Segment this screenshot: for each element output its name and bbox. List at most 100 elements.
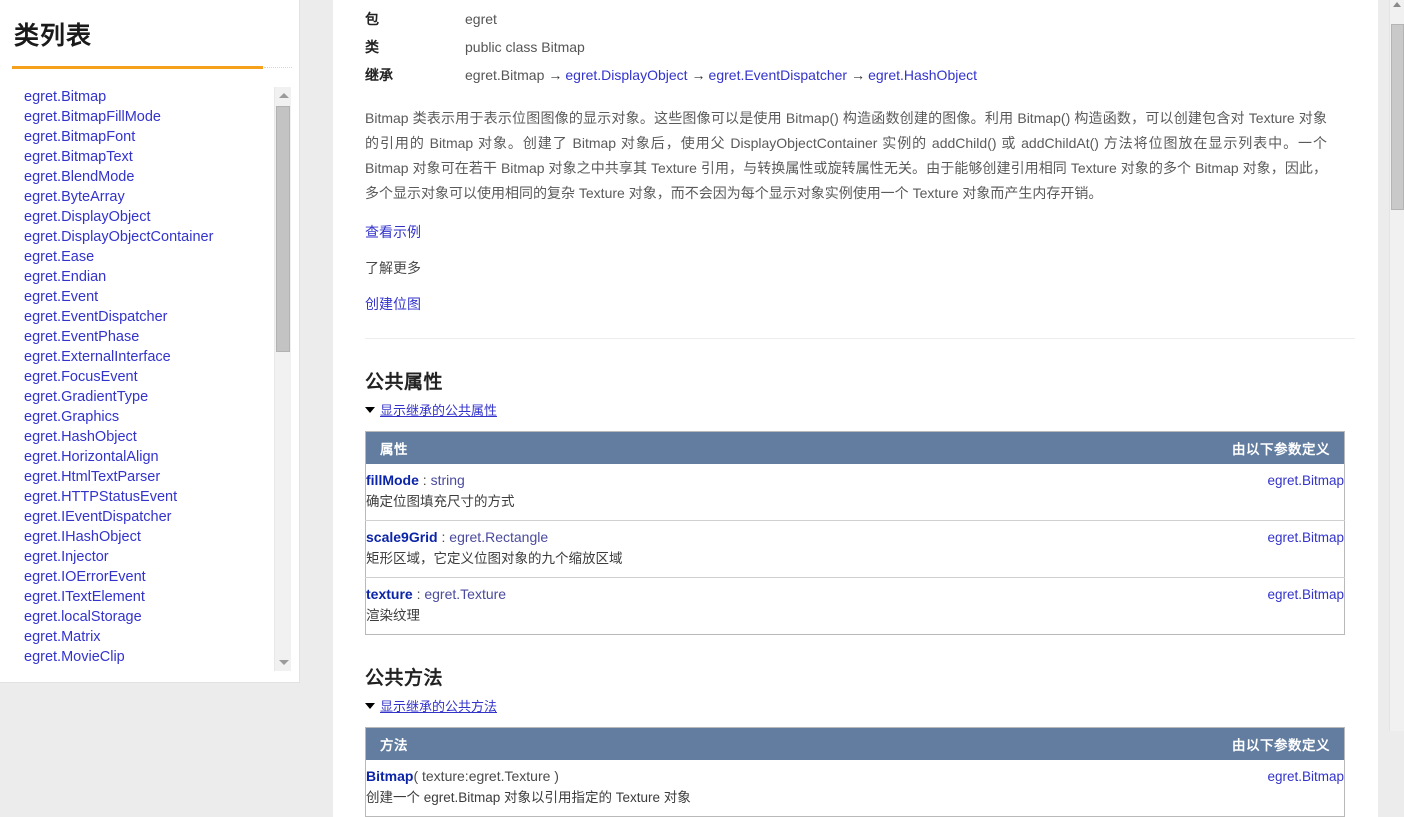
class-list-item[interactable]: egret.IOErrorEvent [24,567,292,587]
package-label: 包 [365,11,379,27]
page-scrollbar[interactable] [1389,0,1404,731]
class-list-item[interactable]: egret.ExternalInterface [24,347,292,367]
api-owner-cell: egret.Bitmap [1170,520,1345,578]
api-owner-link[interactable]: egret.Bitmap [1267,530,1344,545]
caret-down-icon [365,406,375,413]
class-list: egret.Bitmap egret.BitmapFillMode egret.Bi… [0,87,292,667]
method-row: Bitmap( texture:egret.Texture ) 创建一个 egre… [366,760,1345,817]
public-properties-body: fillMode : string 确定位图填充尺寸的方式 egret.Bitmap… [365,464,1345,635]
inheritance-arrow-icon: → [691,67,706,83]
property-name[interactable]: fillMode [366,472,419,488]
class-list-item[interactable]: egret.BlendMode [24,167,292,187]
class-list-item[interactable]: egret.IHashObject [24,527,292,547]
class-list-item[interactable]: egret.Matrix [24,627,292,647]
documentation-content-panel: 包 egret 类 public class Bitmap 继承 egret.B… [333,0,1378,817]
public-properties-table: 属性 由以下参数定义 fillMode : string 确定位图填充尺寸的方式 e… [365,431,1345,635]
sidebar-dotted-rule [264,67,292,69]
toggle-inherited-properties[interactable]: 显示继承的公共属性 [365,400,497,419]
class-list-item[interactable]: egret.Bitmap [24,87,292,107]
inheritance-arrow-icon: → [548,67,563,83]
meta-row-package: 包 egret [365,10,977,38]
class-list-item[interactable]: egret.ITextElement [24,587,292,607]
property-type: string [430,472,465,488]
class-list-item[interactable]: egret.HtmlTextParser [24,467,292,487]
class-list-item[interactable]: egret.EventPhase [24,327,292,347]
methods-col-owner: 由以下参数定义 [1170,727,1345,760]
meta-row-class: 类 public class Bitmap [365,38,977,66]
doc-link[interactable]: 了解更多 [365,258,421,278]
class-list-item[interactable]: egret.Graphics [24,407,292,427]
class-list-item[interactable]: egret.EventDispatcher [24,307,292,327]
class-list-item[interactable]: egret.HashObject [24,427,292,447]
public-methods-table: 方法 由以下参数定义 Bitmap( texture:egret.Texture… [365,727,1345,817]
class-list-item[interactable]: egret.FocusEvent [24,367,292,387]
sidebar-scrollbar-thumb[interactable] [276,106,290,352]
inheritance-item-egret-DisplayObject[interactable]: egret.DisplayObject [565,67,687,83]
method-description: 创建一个 egret.Bitmap 对象以引用指定的 Texture 对象 [366,790,691,805]
property-row: texture : egret.Texture 渲染纹理 egret.Bitmap [365,577,1345,635]
class-list-item[interactable]: egret.localStorage [24,607,292,627]
package-value: egret [465,11,497,27]
inheritance-item-egret-Bitmap: egret.Bitmap [465,67,545,83]
property-cell: scale9Grid : egret.Rectangle 矩形区域，它定义位图对象… [365,520,1170,578]
method-name[interactable]: Bitmap [366,768,413,784]
class-list-scroll-area[interactable]: egret.Bitmap egret.BitmapFillMode egret.Bi… [0,87,292,671]
class-list-item[interactable]: egret.HTTPStatusEvent [24,487,292,507]
method-cell: Bitmap( texture:egret.Texture ) 创建一个 egre… [366,760,1171,817]
inheritance-item-egret-EventDispatcher[interactable]: egret.EventDispatcher [709,67,848,83]
class-list-item[interactable]: egret.BitmapFont [24,127,292,147]
toggle-inherited-methods-label: 显示继承的公共方法 [380,699,498,714]
caret-down-icon [365,702,375,709]
class-list-item[interactable]: egret.BitmapFillMode [24,107,292,127]
properties-col-owner: 由以下参数定义 [1170,431,1345,464]
class-list-item[interactable]: egret.Injector [24,547,292,567]
class-list-item[interactable]: egret.IEventDispatcher [24,507,292,527]
doc-link[interactable]: 查看示例 [365,222,421,242]
class-list-item[interactable]: egret.HorizontalAlign [24,447,292,467]
api-owner-cell: egret.Bitmap [1170,760,1345,817]
class-list-item[interactable]: egret.DisplayObjectContainer [24,227,292,247]
sidebar-title: 类列表 [14,22,93,50]
class-list-item[interactable]: egret.GradientType [24,387,292,407]
property-name[interactable]: scale9Grid [366,529,438,545]
api-owner-link[interactable]: egret.Bitmap [1267,769,1344,784]
page-scroll-up-icon[interactable] [1393,2,1401,7]
class-list-item[interactable]: egret.MovieClip [24,647,292,667]
page-scrollbar-thumb[interactable] [1391,24,1404,210]
class-list-item[interactable]: egret.Ease [24,247,292,267]
inheritance-item-egret-HashObject[interactable]: egret.HashObject [868,67,977,83]
property-cell: fillMode : string 确定位图填充尺寸的方式 [366,464,1171,521]
property-description: 矩形区域，它定义位图对象的九个缩放区域 [366,551,623,566]
inheritance-chain: egret.Bitmap → egret.DisplayObject → egret.E… [465,67,977,83]
class-list-item[interactable]: egret.BitmapText [24,147,292,167]
doc-link[interactable]: 创建位图 [365,294,421,314]
property-type: egret.Rectangle [449,529,549,545]
api-owner-link[interactable]: egret.Bitmap [1267,473,1344,488]
doc-link-group: 查看示例了解更多创建位图 [363,222,1350,314]
property-cell: texture : egret.Texture 渲染纹理 [365,577,1170,635]
class-value: public class Bitmap [465,39,585,55]
sidebar-scrollbar[interactable] [274,87,291,671]
methods-col-name: 方法 [365,727,1170,760]
class-description: Bitmap 类表示用于表示位图图像的显示对象。这些图像可以是使用 Bitmap… [365,110,1327,201]
method-signature: ( texture:egret.Texture ) [413,768,559,784]
methods-header-row: 方法 由以下参数定义 [365,727,1345,760]
public-methods-title: 公共方法 [365,668,444,689]
class-list-item[interactable]: egret.Event [24,287,292,307]
public-properties-title: 公共属性 [365,372,444,393]
class-list-item[interactable]: egret.Endian [24,267,292,287]
property-description: 渲染纹理 [366,608,420,623]
scroll-up-button[interactable] [275,87,292,104]
scroll-down-button[interactable] [275,654,292,671]
inheritance-arrow-icon: → [851,67,866,83]
api-owner-link[interactable]: egret.Bitmap [1267,587,1344,602]
class-list-item[interactable]: egret.ByteArray [24,187,292,207]
toggle-inherited-methods[interactable]: 显示继承的公共方法 [365,696,497,715]
property-type: egret.Texture [424,586,507,602]
meta-row-inheritance: 继承 egret.Bitmap → egret.DisplayObject → egre… [365,66,977,94]
properties-header-row: 属性 由以下参数定义 [365,431,1345,464]
api-owner-cell: egret.Bitmap [1170,464,1345,521]
property-name[interactable]: texture [366,586,413,602]
class-list-panel: 类列表 egret.Bitmap egret.BitmapFillMode egre… [0,0,300,683]
class-list-item[interactable]: egret.DisplayObject [24,207,292,227]
